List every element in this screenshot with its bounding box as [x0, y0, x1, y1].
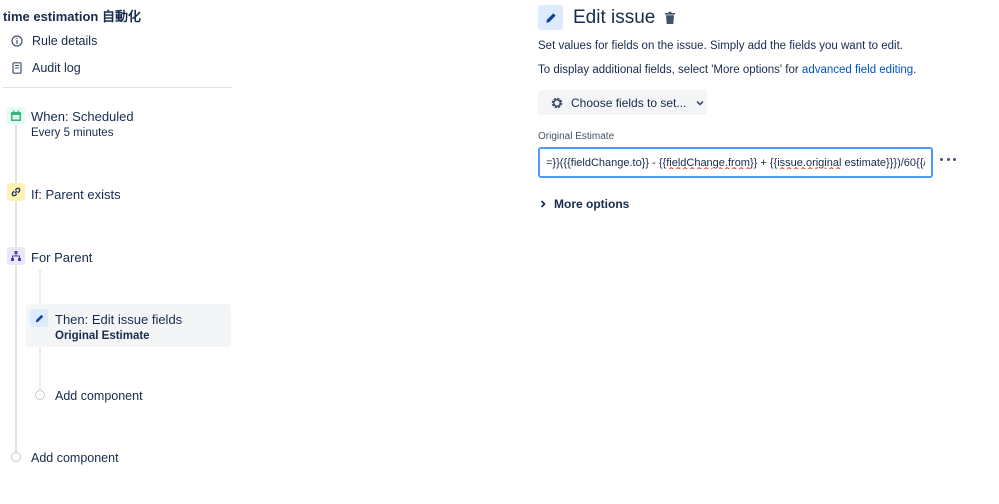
- field-text-segment: =}}({{fieldChange.to}} - {{: [546, 156, 667, 169]
- rule-details-label: Rule details: [32, 34, 98, 48]
- trash-icon[interactable]: [663, 11, 677, 25]
- edit-pencil-icon: [538, 5, 563, 30]
- flow-connector-main: [15, 124, 17, 454]
- more-options-label: More options: [554, 197, 630, 211]
- more-options-toggle[interactable]: More options: [538, 197, 629, 211]
- document-icon: [10, 61, 24, 75]
- audit-log-link[interactable]: Audit log: [10, 61, 81, 75]
- chevron-down-icon: [695, 98, 705, 108]
- more-actions-icon[interactable]: [940, 151, 956, 167]
- action-field: Original Estimate: [55, 330, 150, 342]
- condition-label[interactable]: If: Parent exists: [31, 187, 121, 202]
- rule-title: time estimation 自動化: [3, 9, 141, 24]
- panel-title: Edit issue: [573, 7, 656, 28]
- add-component-dot-inner[interactable]: [35, 390, 45, 400]
- spellcheck-word: issue.original: [777, 156, 842, 169]
- panel-description: Set values for fields on the issue. Simp…: [538, 40, 904, 52]
- spellcheck-word: fieldChange.from: [666, 156, 750, 169]
- chevron-right-icon: [538, 199, 548, 209]
- hierarchy-icon: [7, 247, 25, 265]
- calendar-icon: [7, 107, 25, 125]
- field-text-segment: }} + {{: [749, 156, 778, 169]
- action-label[interactable]: Then: Edit issue fields: [55, 312, 182, 327]
- desc2-suffix: .: [913, 64, 917, 76]
- pencil-icon: [30, 309, 48, 327]
- audit-log-label: Audit log: [32, 61, 81, 75]
- link-icon: [7, 183, 25, 201]
- add-component-outer[interactable]: Add component: [31, 451, 119, 465]
- choose-fields-button[interactable]: Choose fields to set...: [538, 90, 707, 115]
- trigger-label[interactable]: When: Scheduled: [31, 109, 134, 124]
- advanced-field-editing-link[interactable]: advanced field editing: [802, 64, 913, 76]
- original-estimate-label: Original Estimate: [538, 131, 615, 142]
- rule-details-link[interactable]: Rule details: [10, 34, 97, 48]
- choose-fields-label: Choose fields to set...: [571, 95, 687, 110]
- add-component-inner[interactable]: Add component: [55, 389, 143, 403]
- trigger-schedule: Every 5 minutes: [31, 127, 114, 139]
- sidebar-divider: [3, 87, 232, 88]
- original-estimate-value: =}}({{fieldChange.to}} - {{fieldChange.f…: [546, 157, 925, 169]
- info-icon: [10, 34, 24, 48]
- original-estimate-input[interactable]: =}}({{fieldChange.to}} - {{fieldChange.f…: [538, 147, 933, 178]
- add-component-dot-outer[interactable]: [11, 452, 21, 462]
- desc2-prefix: To display additional fields, select 'Mo…: [538, 64, 802, 76]
- gear-icon: [549, 95, 565, 111]
- branch-label[interactable]: For Parent: [31, 250, 92, 265]
- panel-description-2: To display additional fields, select 'Mo…: [538, 64, 916, 76]
- field-text-segment: estimate}}})/60{{/}}: [841, 156, 925, 169]
